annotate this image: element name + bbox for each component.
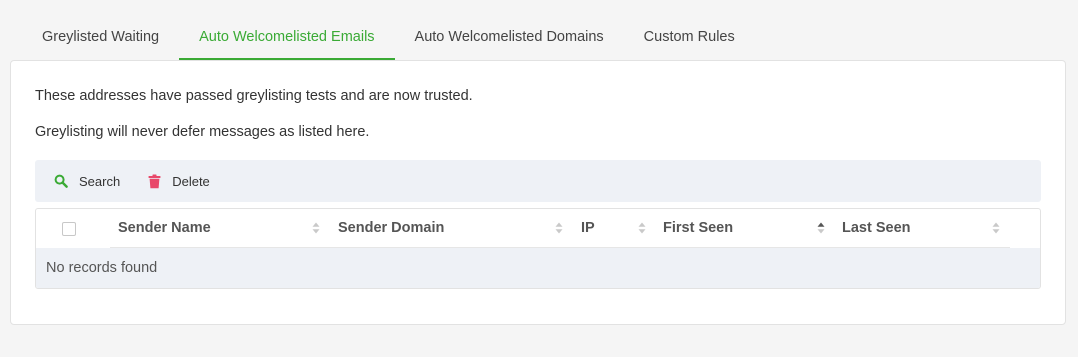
column-header-first-seen[interactable]: First Seen [655,209,834,248]
search-button[interactable]: Search [53,173,120,189]
description-line-2: Greylisting will never defer messages as… [35,124,370,140]
sort-ascending-icon [817,222,825,234]
column-label: First Seen [663,220,734,236]
empty-state-row: No records found [36,248,1040,288]
select-all-checkbox[interactable] [62,222,76,236]
column-label: Sender Name [118,220,211,236]
column-label: IP [581,220,595,236]
welcomelisted-emails-table: Sender Name Sender Domain IP First Seen … [35,208,1041,289]
delete-button[interactable]: Delete [146,173,210,189]
column-header-last-seen[interactable]: Last Seen [834,209,1010,248]
tab-bar: Greylisted Waiting Auto Welcomelisted Em… [22,16,755,60]
tab-auto-welcomelisted-emails[interactable]: Auto Welcomelisted Emails [179,16,395,60]
column-label: Last Seen [842,220,911,236]
search-icon [53,173,69,189]
tab-custom-rules[interactable]: Custom Rules [624,16,755,60]
tab-auto-welcomelisted-domains[interactable]: Auto Welcomelisted Domains [395,16,624,60]
sort-icon [555,222,563,234]
table-header: Sender Name Sender Domain IP First Seen … [36,209,1040,248]
column-header-sender-name[interactable]: Sender Name [110,209,330,248]
search-button-label: Search [79,173,121,189]
column-label: Sender Domain [338,220,445,236]
trash-icon [146,173,162,189]
sort-icon [638,222,646,234]
toolbar: Search Delete [35,160,1041,202]
sort-icon [312,222,320,234]
tab-greylisted-waiting[interactable]: Greylisted Waiting [22,16,179,60]
empty-state-text: No records found [46,260,158,276]
column-header-ip[interactable]: IP [573,209,655,248]
column-header-sender-domain[interactable]: Sender Domain [330,209,573,248]
content-card: These addresses have passed greylisting … [10,60,1066,325]
sort-icon [992,222,1000,234]
delete-button-label: Delete [172,173,210,189]
description-line-1: These addresses have passed greylisting … [35,88,473,104]
